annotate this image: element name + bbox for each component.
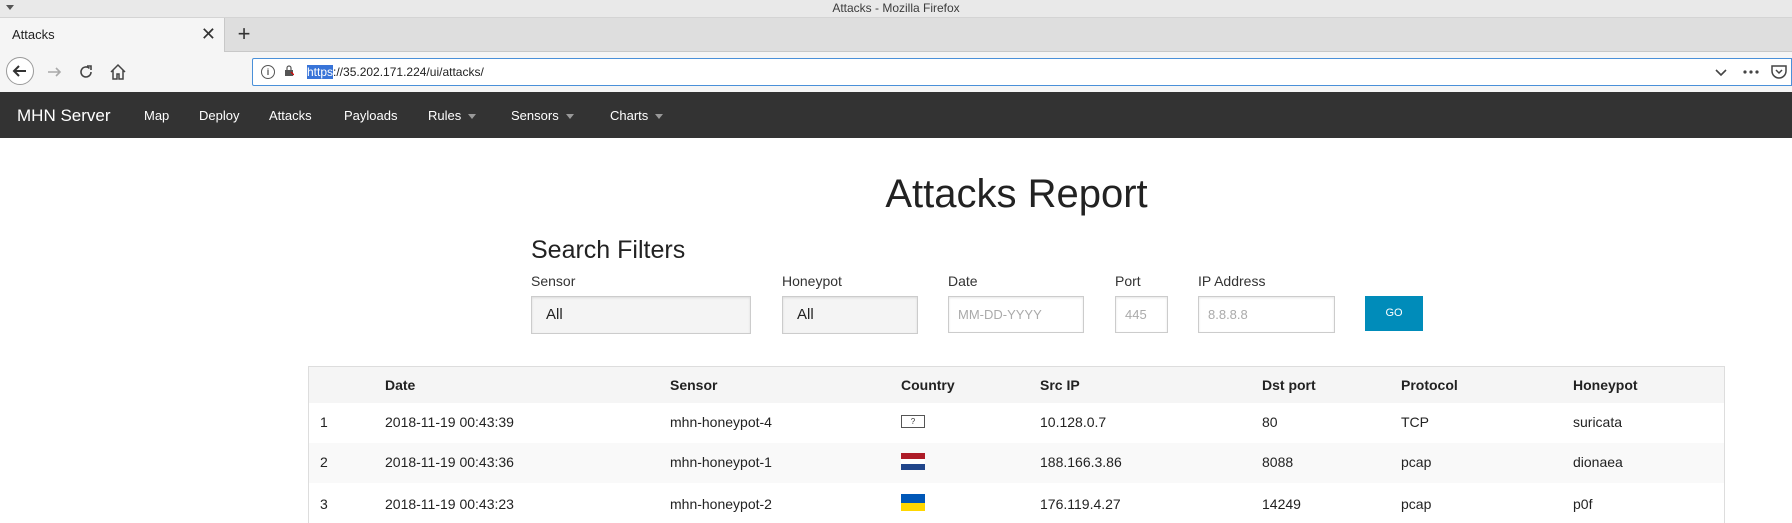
url-text[interactable]: https://35.202.171.224/ui/attacks/ [307, 65, 484, 79]
nav-item-attacks[interactable]: Attacks [269, 108, 312, 123]
url-protocol: https [307, 65, 334, 79]
netherlands-flag-icon [901, 453, 925, 470]
port-label: Port [1115, 273, 1141, 289]
column-header-src-ip[interactable]: Src IP [1040, 377, 1080, 393]
window-titlebar: Attacks - Mozilla Firefox [0, 0, 1792, 18]
table-row[interactable]: 3 2018-11-19 00:43:23 mhn-honeypot-2 176… [309, 483, 1724, 523]
row-sensor: mhn-honeypot-1 [670, 454, 772, 470]
nav-item-deploy[interactable]: Deploy [199, 108, 239, 123]
row-dst-port: 80 [1262, 414, 1278, 430]
column-header-country[interactable]: Country [901, 377, 955, 393]
lock-icon[interactable] [284, 65, 294, 76]
column-header-dst-port[interactable]: Dst port [1262, 377, 1316, 393]
back-arrow-icon [12, 65, 26, 77]
date-label: Date [948, 273, 978, 289]
tab-attacks[interactable]: Attacks ✕ [0, 18, 225, 52]
column-header-sensor[interactable]: Sensor [670, 377, 717, 393]
go-button[interactable]: GO [1365, 296, 1423, 331]
tab-label: Attacks [12, 27, 55, 42]
tab-strip: Attacks ✕ + [0, 18, 1792, 52]
flag-stripe [901, 502, 925, 511]
attacks-table: Date Sensor Country Src IP Dst port Prot… [308, 366, 1725, 523]
new-tab-icon[interactable]: + [232, 22, 256, 46]
row-protocol: TCP [1401, 414, 1429, 430]
info-icon[interactable]: i [261, 65, 275, 79]
row-dst-port: 8088 [1262, 454, 1294, 470]
nav-item-sensors[interactable]: Sensors [511, 108, 574, 123]
nav-item-rules-label: Rules [428, 108, 462, 123]
row-sensor: mhn-honeypot-2 [670, 496, 772, 512]
ip-address-input[interactable]: 8.8.8.8 [1198, 296, 1335, 333]
nav-item-charts-label: Charts [610, 108, 649, 123]
url-bar[interactable]: i https://35.202.171.224/ui/attacks/ [252, 58, 1792, 86]
row-src-ip[interactable]: 188.166.3.86 [1040, 454, 1122, 470]
nav-item-charts[interactable]: Charts [610, 108, 664, 123]
row-number: 2 [320, 454, 328, 470]
row-honeypot: p0f [1573, 496, 1593, 512]
column-header-protocol[interactable]: Protocol [1401, 377, 1458, 393]
filters-title: Search Filters [531, 236, 686, 264]
row-honeypot: dionaea [1573, 454, 1623, 470]
ukraine-flag-icon [901, 494, 925, 511]
nav-item-rules[interactable]: Rules [428, 108, 477, 123]
row-protocol: pcap [1401, 454, 1432, 470]
row-date: 2018-11-19 00:43:39 [385, 414, 514, 430]
close-tab-icon[interactable]: ✕ [201, 24, 216, 44]
flag-stripe [901, 494, 925, 503]
table-header: Date Sensor Country Src IP Dst port Prot… [309, 367, 1724, 403]
row-number: 3 [320, 496, 328, 512]
more-icon[interactable] [1742, 64, 1760, 80]
forward-arrow-icon[interactable] [45, 62, 65, 82]
ip-address-label: IP Address [1198, 273, 1266, 289]
honeypot-label: Honeypot [782, 273, 842, 289]
column-header-date[interactable]: Date [385, 377, 415, 393]
table-row[interactable]: 1 2018-11-19 00:43:39 mhn-honeypot-4 ? 1… [309, 403, 1724, 443]
nav-item-payloads[interactable]: Payloads [344, 108, 397, 123]
caret-down-icon [468, 114, 477, 120]
table-row[interactable]: 2 2018-11-19 00:43:36 mhn-honeypot-1 188… [309, 443, 1724, 483]
nav-item-sensors-label: Sensors [511, 108, 559, 123]
app-navbar: MHN Server Map Deploy Attacks Payloads R… [0, 92, 1792, 138]
row-sensor: mhn-honeypot-4 [670, 414, 772, 430]
row-honeypot: suricata [1573, 414, 1623, 430]
flag-stripe [901, 464, 925, 470]
unknown-flag-icon: ? [901, 415, 925, 428]
brand-link[interactable]: MHN Server [17, 106, 111, 126]
url-path: ://35.202.171.224/ui/attacks/ [333, 65, 484, 79]
row-date: 2018-11-19 00:43:36 [385, 454, 514, 470]
nav-item-map[interactable]: Map [144, 108, 169, 123]
caret-down-icon [655, 114, 664, 120]
row-date: 2018-11-19 00:43:23 [385, 496, 514, 512]
sensor-label: Sensor [531, 273, 576, 289]
row-src-ip[interactable]: 10.128.0.7 [1040, 414, 1106, 430]
row-src-ip[interactable]: 176.119.4.27 [1040, 496, 1121, 512]
back-button[interactable] [6, 57, 34, 85]
sensor-select[interactable]: All [531, 296, 751, 334]
page-title: Attacks Report [885, 172, 1148, 216]
caret-down-icon [565, 114, 574, 120]
date-input[interactable]: MM-DD-YYYY [948, 296, 1084, 333]
pocket-icon[interactable] [1770, 63, 1788, 81]
column-header-honeypot[interactable]: Honeypot [1573, 377, 1638, 393]
row-protocol: pcap [1401, 496, 1432, 512]
port-input[interactable]: 445 [1115, 296, 1168, 333]
honeypot-select[interactable]: All [782, 296, 918, 334]
home-icon[interactable] [108, 62, 128, 82]
window-title: Attacks - Mozilla Firefox [832, 1, 960, 15]
chevron-down-icon[interactable] [1713, 64, 1729, 80]
row-number: 1 [320, 414, 328, 430]
row-dst-port: 14249 [1262, 496, 1301, 512]
reload-icon[interactable] [76, 62, 96, 82]
browser-toolbar: i https://35.202.171.224/ui/attacks/ [0, 52, 1792, 93]
